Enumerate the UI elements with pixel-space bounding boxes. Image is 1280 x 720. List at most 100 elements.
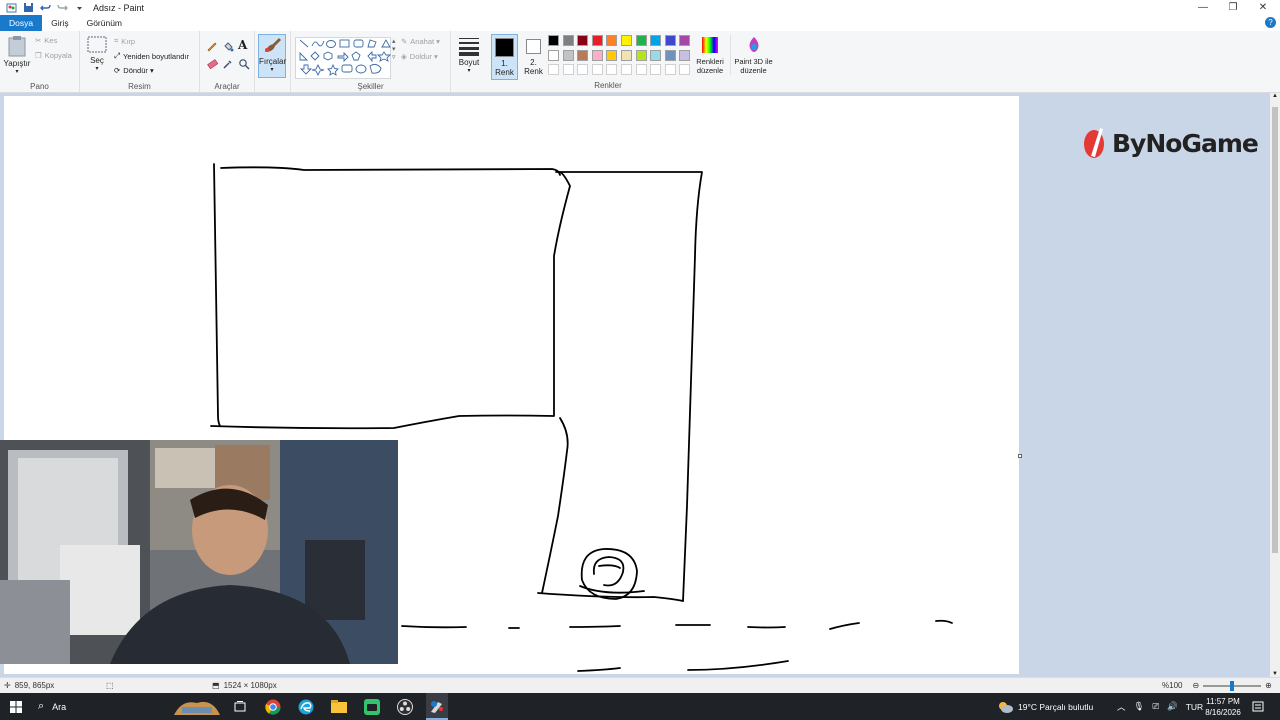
close-button[interactable]: ✕: [1248, 0, 1278, 15]
selection-icon: ⬚: [106, 681, 114, 690]
save-icon[interactable]: [23, 2, 34, 13]
copy-button[interactable]: ❐ Kopyala: [35, 51, 72, 60]
windows-logo-icon: [10, 700, 22, 713]
redo-icon[interactable]: [57, 2, 68, 13]
shapes-scroll-icon[interactable]: ▴ ▾ ▿: [392, 37, 396, 61]
palette-swatch[interactable]: [606, 35, 618, 46]
paint3d-button[interactable]: Paint 3D ile düzenle: [730, 35, 776, 75]
vertical-scrollbar[interactable]: ▲ ▼: [1270, 93, 1280, 677]
palette-swatch[interactable]: [635, 49, 647, 61]
palette-swatch[interactable]: [679, 49, 691, 61]
custom-color-slot[interactable]: [577, 64, 589, 75]
chrome-icon[interactable]: [262, 693, 284, 720]
obs-icon[interactable]: [394, 693, 416, 720]
start-button[interactable]: [0, 693, 32, 720]
fill-bucket-icon[interactable]: [222, 40, 234, 52]
microphone-icon[interactable]: 🎙: [1134, 701, 1145, 712]
palette-swatch[interactable]: [679, 35, 691, 46]
canvas-resize-handle[interactable]: [1018, 454, 1022, 458]
color-picker-icon[interactable]: [222, 58, 234, 70]
select-button[interactable]: Seç ▾: [85, 36, 109, 72]
shapes-gallery[interactable]: [295, 37, 392, 79]
custom-color-slot[interactable]: [591, 64, 603, 75]
color1-button[interactable]: 1. Renk: [491, 34, 518, 80]
color2-label: 2. Renk: [524, 58, 543, 76]
cut-button[interactable]: ✂ Kes: [35, 36, 57, 45]
zoom-slider-thumb[interactable]: [1230, 680, 1235, 691]
palette-swatch[interactable]: [650, 49, 662, 61]
custom-color-slot[interactable]: [664, 64, 676, 75]
maximize-button[interactable]: ❐: [1218, 0, 1248, 15]
palette-swatch[interactable]: [591, 35, 603, 46]
palette-swatch[interactable]: [562, 35, 574, 46]
edge-icon[interactable]: [295, 693, 317, 720]
palette-swatch[interactable]: [621, 35, 632, 46]
scroll-up-icon[interactable]: ▲: [1270, 93, 1280, 99]
app-green-icon[interactable]: [361, 693, 383, 720]
scrollbar-thumb[interactable]: [1272, 107, 1278, 553]
palette-swatch[interactable]: [635, 35, 647, 46]
custom-color-slot[interactable]: [562, 64, 574, 75]
palette-swatch[interactable]: [606, 49, 618, 61]
help-icon[interactable]: ?: [1265, 17, 1276, 28]
resize-button[interactable]: ⤢ Yeniden boyutlandır: [114, 51, 189, 61]
zoom-in-icon[interactable]: ⊕: [1265, 681, 1272, 690]
palette-swatch[interactable]: [650, 35, 662, 46]
crop-label: Kırp: [121, 36, 135, 46]
zoom-slider[interactable]: [1203, 680, 1262, 691]
task-view-icon[interactable]: [229, 693, 251, 720]
tab-file[interactable]: Dosya: [0, 15, 43, 31]
show-hidden-icons-icon[interactable]: ︿: [1117, 701, 1126, 713]
crosshair-icon: ✛: [4, 681, 11, 690]
custom-color-slot[interactable]: [650, 64, 662, 75]
resize-icon: ⤢: [114, 51, 120, 60]
paint3d-icon: [749, 37, 758, 52]
custom-color-slot[interactable]: [606, 64, 618, 75]
custom-color-slot[interactable]: [679, 64, 691, 75]
text-tool-icon[interactable]: A: [238, 38, 247, 52]
clock[interactable]: 11:57 PM 8/16/2026: [1200, 693, 1246, 720]
color1-swatch: [495, 38, 514, 57]
search-box[interactable]: ⌕ Ara: [32, 693, 222, 720]
palette-swatch[interactable]: [664, 49, 676, 61]
color-palette: [548, 35, 698, 79]
weather-widget[interactable]: 19°C Parçalı bulutlu: [997, 693, 1093, 720]
edit-colors-button[interactable]: Renkleri düzenle: [694, 35, 726, 75]
eraser-icon[interactable]: [206, 58, 218, 70]
palette-swatch[interactable]: [562, 49, 574, 61]
brushes-button[interactable]: Fırçalar ▾: [258, 34, 286, 78]
brushes-label: Fırçalar: [259, 57, 287, 66]
crop-button[interactable]: ⌗ Kırp: [114, 36, 135, 46]
minimize-button[interactable]: —: [1188, 0, 1218, 15]
palette-swatch[interactable]: [664, 35, 676, 46]
palette-swatch[interactable]: [577, 35, 589, 46]
color2-button[interactable]: 2. Renk: [520, 34, 547, 80]
rotate-button[interactable]: ⟳ Döndür ▾: [114, 66, 154, 75]
file-explorer-icon[interactable]: [328, 693, 350, 720]
tools-group-label: Araçlar: [214, 82, 240, 91]
palette-swatch[interactable]: [548, 35, 559, 46]
volume-icon[interactable]: 🔊: [1167, 701, 1178, 712]
tab-view[interactable]: Görünüm: [78, 15, 131, 31]
paint-taskbar-icon[interactable]: [426, 693, 448, 720]
palette-swatch[interactable]: [621, 49, 632, 61]
zoom-out-icon[interactable]: ⊖: [1192, 681, 1199, 690]
size-button[interactable]: Boyut ▾: [455, 36, 483, 74]
tab-home[interactable]: Giriş: [42, 15, 77, 31]
outline-button[interactable]: ✎ Anahat ▾: [401, 37, 440, 46]
custom-color-slot[interactable]: [548, 64, 559, 75]
network-icon[interactable]: ⎚: [1152, 701, 1159, 712]
paste-button[interactable]: Yapıştır ▾: [3, 35, 31, 75]
custom-color-slot[interactable]: [621, 64, 632, 75]
notifications-icon[interactable]: [1252, 693, 1268, 720]
clock-time: 11:57 PM: [1206, 696, 1240, 706]
custom-color-slot[interactable]: [635, 64, 647, 75]
pencil-icon[interactable]: [206, 40, 218, 52]
fill-button[interactable]: ◈ Doldur ▾: [401, 52, 438, 61]
palette-swatch[interactable]: [577, 49, 589, 61]
quick-access-dropdown-icon[interactable]: [74, 2, 85, 13]
palette-swatch[interactable]: [591, 49, 603, 61]
palette-swatch[interactable]: [548, 49, 559, 61]
magnifier-icon[interactable]: [238, 58, 250, 70]
undo-icon[interactable]: [40, 2, 51, 13]
